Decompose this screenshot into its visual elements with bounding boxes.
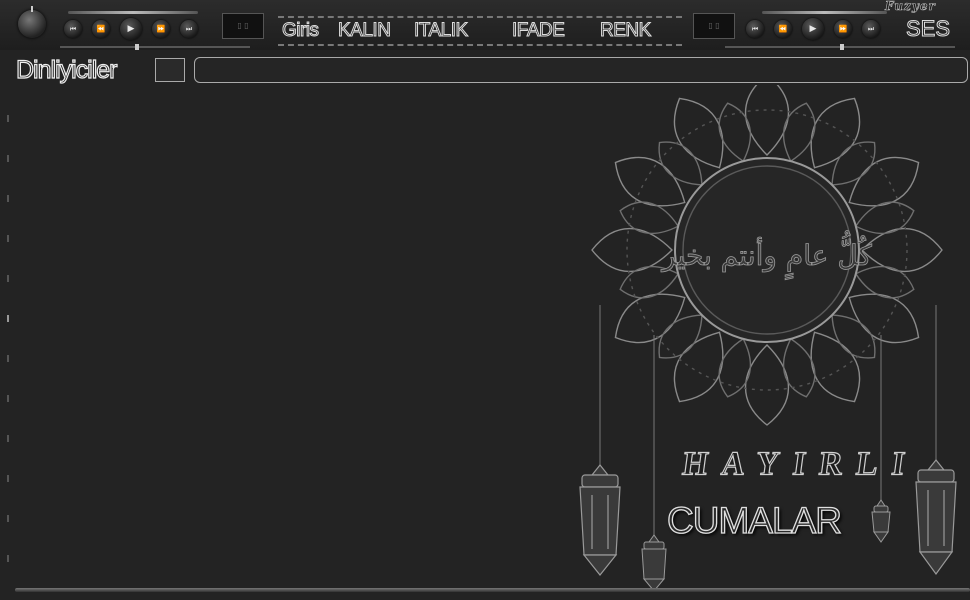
right-display: ▯ ▯ (693, 13, 735, 39)
brand-logo: Fuzyer (885, 0, 936, 13)
right-level-meter (762, 11, 887, 14)
left-level-meter (68, 11, 198, 14)
color-swatch[interactable] (155, 58, 185, 82)
bottom-scrollbar[interactable] (15, 588, 970, 592)
format-bar: Giris KALIN ITALIK IFADE RENK (278, 16, 682, 46)
greeting-line-2: CUMALAR (666, 499, 842, 541)
play-button[interactable]: ▶ (802, 18, 824, 40)
volume-label[interactable]: SES (905, 16, 950, 42)
forward-button[interactable]: ⏩ (152, 20, 170, 38)
play-button[interactable]: ▶ (120, 18, 142, 40)
left-scrollbar[interactable] (5, 95, 11, 585)
forward-button[interactable]: ⏩ (834, 20, 852, 38)
lantern-icon (871, 499, 891, 543)
left-seek-slider[interactable] (60, 46, 250, 48)
right-seek-thumb[interactable] (840, 44, 844, 50)
next-track-button[interactable]: ⏭ (180, 20, 198, 38)
bold-button[interactable]: KALIN (337, 20, 391, 42)
top-toolbar: Fuzyer ⏮ ⏪ ▶ ⏩ ⏭ ▯ ▯ Giris KALIN ITALIK … (0, 0, 970, 50)
next-track-button[interactable]: ⏭ (862, 20, 880, 38)
listeners-button[interactable]: Dinliyiciler (15, 55, 118, 85)
lantern-icon (579, 464, 621, 576)
message-input[interactable] (194, 57, 968, 83)
lantern-icon (641, 534, 667, 592)
greeting-line-1: HAYIRLI (680, 443, 922, 482)
giris-button[interactable]: Giris (282, 20, 320, 42)
lantern-icon (915, 459, 957, 576)
rewind-button[interactable]: ⏪ (92, 20, 110, 38)
emoticon-button[interactable]: IFADE (511, 20, 565, 42)
color-button[interactable]: RENK (600, 20, 652, 42)
volume-knob[interactable] (18, 10, 46, 38)
rewind-button[interactable]: ⏪ (774, 20, 792, 38)
left-display: ▯ ▯ (222, 13, 264, 39)
left-seek-thumb[interactable] (135, 44, 139, 50)
prev-track-button[interactable]: ⏮ (64, 20, 82, 38)
right-transport: ⏮ ⏪ ▶ ⏩ ⏭ (746, 18, 880, 40)
volume-knob-tick (31, 6, 33, 12)
prev-track-button[interactable]: ⏮ (746, 20, 764, 38)
italic-button[interactable]: ITALIK (414, 20, 469, 42)
left-transport: ⏮ ⏪ ▶ ⏩ ⏭ (64, 18, 198, 40)
